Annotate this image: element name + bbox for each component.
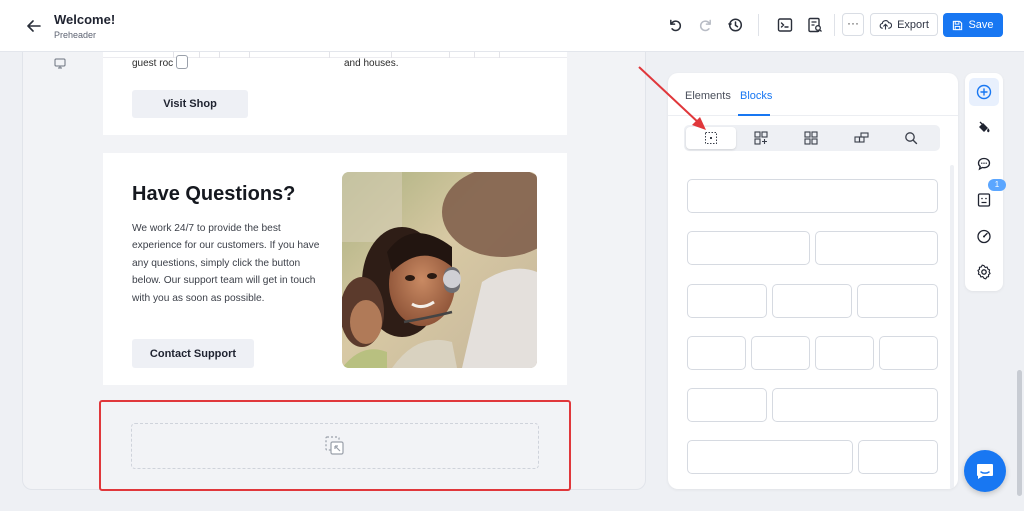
export-button[interactable]: Export	[870, 13, 938, 36]
layout-4-columns-a[interactable]	[687, 336, 746, 370]
visit-shop-button[interactable]: Visit Shop	[132, 90, 248, 118]
active-tab-indicator	[738, 114, 770, 116]
page-scrollbar[interactable]	[1017, 370, 1022, 496]
layout-3-columns-b[interactable]	[772, 284, 852, 318]
add-icon[interactable]	[969, 78, 999, 106]
layout-3-columns-c[interactable]	[857, 284, 938, 318]
layout-4-columns-b[interactable]	[751, 336, 810, 370]
toolbar-divider	[834, 14, 835, 36]
search-icon[interactable]	[886, 127, 936, 149]
layout-4-columns-d[interactable]	[879, 336, 938, 370]
content-block-shop[interactable]: guest roc and houses. Visit Shop	[103, 52, 567, 135]
contact-support-button[interactable]: Contact Support	[132, 339, 254, 368]
preview-icon[interactable]	[804, 14, 826, 36]
chat-icon	[977, 464, 993, 479]
desktop-icon[interactable]	[51, 56, 69, 70]
toolbar-divider	[758, 14, 759, 36]
save-label: Save	[968, 19, 994, 31]
export-label: Export	[897, 18, 929, 31]
top-bar: Welcome! Preheader ··· Export Save	[0, 0, 1024, 52]
add-grid-icon[interactable]	[736, 127, 786, 149]
paint-bucket-icon[interactable]	[969, 114, 999, 142]
history-icon[interactable]	[724, 14, 746, 36]
panel-scrollbar[interactable]	[950, 165, 954, 489]
grid-icon[interactable]	[786, 127, 836, 149]
layout-1-column[interactable]	[687, 179, 938, 213]
layout-1-3-a[interactable]	[687, 388, 767, 422]
notification-badge: 1	[988, 179, 1006, 191]
back-arrow-icon[interactable]	[22, 15, 46, 37]
tabs-divider	[668, 115, 958, 116]
save-button[interactable]: Save	[943, 13, 1003, 37]
block-category-selector	[684, 125, 940, 151]
shop-text-right: and houses.	[344, 58, 399, 69]
more-options-button[interactable]: ···	[842, 13, 864, 36]
cloud-upload-icon	[879, 20, 893, 30]
code-editor-icon[interactable]	[774, 14, 796, 36]
layout-2-columns-a[interactable]	[687, 231, 810, 265]
save-icon	[953, 20, 963, 30]
questions-body: We work 24/7 to provide the best experie…	[132, 223, 320, 304]
undo-icon[interactable]	[664, 14, 686, 36]
content-block-questions[interactable]: Have Questions? We work 24/7 to provide …	[103, 153, 567, 385]
redo-icon[interactable]	[694, 14, 716, 36]
comments-icon[interactable]	[969, 150, 999, 178]
layout-icon[interactable]	[686, 127, 736, 149]
questions-heading: Have Questions?	[132, 183, 296, 205]
gauge-icon[interactable]	[969, 222, 999, 250]
mobile-icon[interactable]	[176, 55, 188, 69]
layout-3-columns-a[interactable]	[687, 284, 767, 318]
layout-1-3-b[interactable]	[772, 388, 938, 422]
page-title: Welcome!	[54, 12, 116, 27]
annotation-highlight-box	[99, 400, 571, 491]
chat-support-button[interactable]	[964, 450, 1006, 492]
layout-2-1-a[interactable]	[687, 440, 853, 474]
layout-2-1-b[interactable]	[858, 440, 938, 474]
columns-icon[interactable]	[836, 127, 886, 149]
tab-elements[interactable]: Elements	[685, 90, 731, 102]
settings-icon[interactable]	[969, 258, 999, 286]
tab-blocks[interactable]: Blocks	[740, 90, 772, 102]
blocks-panel: Elements Blocks	[668, 73, 958, 489]
shop-text-left: guest roc	[132, 58, 174, 69]
layout-2-columns-b[interactable]	[815, 231, 938, 265]
support-team-photo	[342, 172, 537, 368]
layout-4-columns-c[interactable]	[815, 336, 874, 370]
page-subtitle: Preheader	[54, 30, 97, 40]
